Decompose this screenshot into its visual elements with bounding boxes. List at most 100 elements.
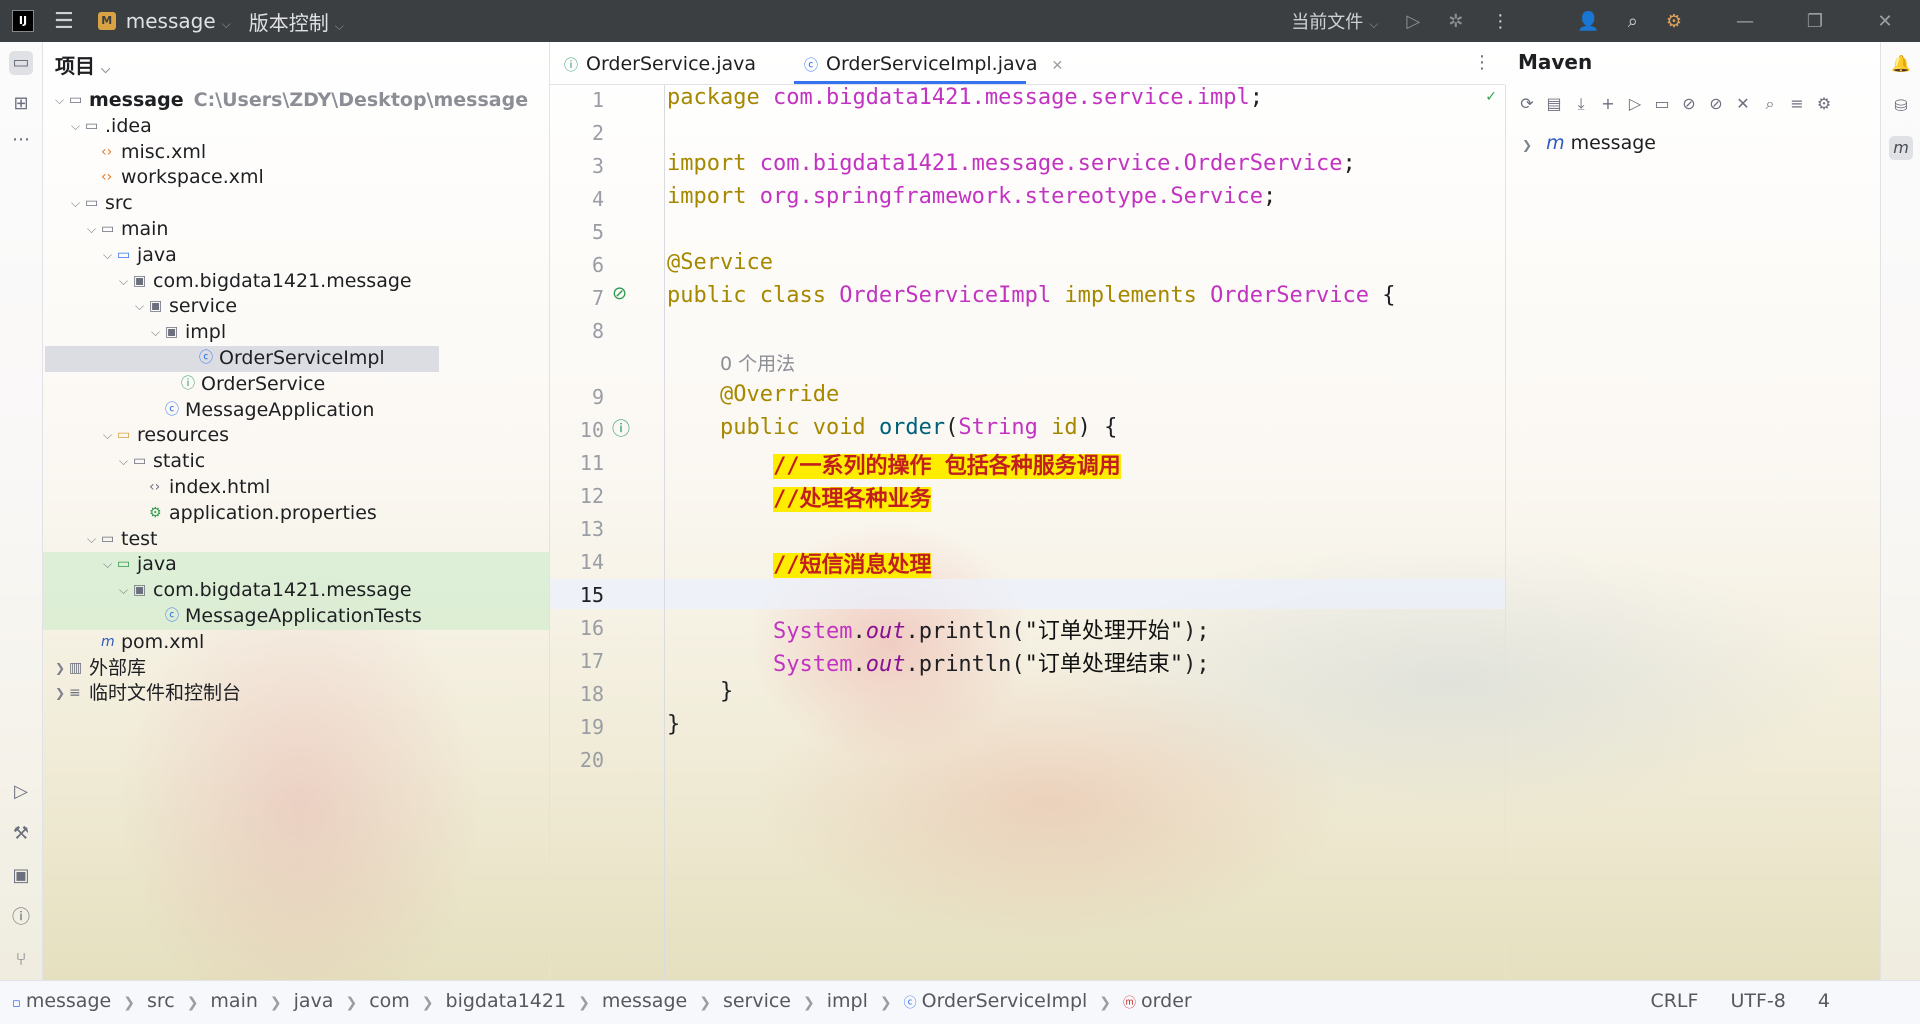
tree-row[interactable]: ⌵ ▭ java (43, 243, 549, 269)
breadcrumb-item[interactable]: OrderServiceImpl (922, 990, 1088, 1012)
tabs-more-icon[interactable]: ⋮ (1473, 52, 1491, 73)
tree-row[interactable]: ⌵ ▭ java (43, 552, 549, 578)
code-line[interactable]: public class OrderServiceImpl implements… (667, 283, 1396, 308)
code-line[interactable]: package com.bigdata1421.message.service.… (667, 85, 1276, 110)
tree-row[interactable]: ⚙ application.properties (43, 501, 549, 527)
settings-icon[interactable]: ⚙ (1666, 11, 1682, 32)
breadcrumb-item[interactable]: impl (827, 990, 868, 1012)
collapse-icon[interactable]: ✕ (1734, 94, 1752, 114)
breadcrumb-item[interactable]: com (369, 990, 410, 1012)
add-user-icon[interactable]: 👤 (1577, 11, 1599, 32)
close-tab-icon[interactable]: ✕ (1052, 58, 1064, 74)
expand-all-icon[interactable]: ≡ (1788, 94, 1806, 114)
tree-row[interactable]: ⓒ OrderServiceImpl (45, 346, 439, 372)
chevron-down-icon[interactable]: ⌵ (87, 217, 96, 243)
show-dependencies-icon[interactable]: ⌕ (1761, 94, 1779, 114)
breadcrumb-item[interactable]: bigdata1421 (446, 990, 567, 1012)
tree-row[interactable]: ⌵ ▣ service (43, 294, 549, 320)
breadcrumb-item[interactable]: main (210, 990, 257, 1012)
project-panel-header[interactable]: 项目 ⌵ (55, 50, 110, 79)
restore-button[interactable]: ❐ (1780, 11, 1850, 32)
indent-setting[interactable]: 4 (1818, 990, 1830, 1012)
structure-tool-icon[interactable]: ⊞ (9, 92, 33, 116)
code-line[interactable]: //处理各种业务 (667, 481, 932, 513)
tree-row[interactable]: ⌵ ▭ main (43, 217, 549, 243)
terminal-icon[interactable]: ▣ (9, 864, 33, 888)
file-encoding[interactable]: UTF-8 (1730, 990, 1785, 1012)
chevron-right-icon[interactable]: ❯ (55, 656, 65, 682)
breadcrumb-item[interactable]: service (723, 990, 791, 1012)
code-line[interactable]: public void order(String id) { (667, 415, 1117, 440)
chevron-down-icon[interactable]: ⌵ (119, 578, 128, 604)
project-selector[interactable]: message ⌵ (126, 9, 231, 33)
add-project-icon[interactable]: ▤ (1545, 94, 1563, 114)
chevron-down-icon[interactable]: ⌵ (135, 294, 144, 320)
chevron-down-icon[interactable]: ⌵ (55, 88, 64, 114)
breadcrumb-item[interactable]: message (26, 990, 111, 1012)
line-separator[interactable]: CRLF (1650, 990, 1698, 1012)
breadcrumb-item[interactable]: message (602, 990, 687, 1012)
spring-bean-icon[interactable]: ⊘ (612, 283, 627, 304)
code-line[interactable]: import org.springframework.stereotype.Se… (667, 184, 1276, 209)
chevron-down-icon[interactable]: ⌵ (103, 552, 112, 578)
skip-tests-icon[interactable]: ⊘ (1707, 94, 1725, 114)
run-icon[interactable]: ▷ (1406, 11, 1420, 32)
implements-method-icon[interactable]: ⓘ (612, 415, 630, 441)
code-line[interactable]: } (667, 679, 733, 704)
tree-row[interactable]: ⌵ ▭ static (43, 449, 549, 475)
code-editor[interactable]: ✓ 1 package com.bigdata1421.message.servi… (550, 85, 1506, 980)
chevron-down-icon[interactable]: ⌵ (87, 527, 96, 553)
more-actions-icon[interactable]: ⋮ (1491, 11, 1509, 32)
breadcrumb-item[interactable]: java (294, 990, 334, 1012)
chevron-down-icon[interactable]: ⌵ (103, 423, 112, 449)
code-line[interactable]: System.out.println("订单处理开始"); (667, 613, 1210, 645)
code-line[interactable]: //一系列的操作 包括各种服务调用 (667, 448, 1121, 480)
breadcrumb-item[interactable]: order (1141, 990, 1192, 1012)
chevron-right-icon[interactable]: ❯ (55, 681, 65, 707)
maven-settings-icon[interactable]: ⚙ (1815, 94, 1833, 114)
chevron-down-icon[interactable]: ⌵ (119, 269, 128, 295)
chevron-down-icon[interactable]: ⌵ (71, 191, 80, 217)
close-button[interactable]: ✕ (1850, 11, 1920, 32)
chevron-down-icon[interactable]: ⌵ (71, 114, 80, 140)
run-config-selector[interactable]: 当前文件 ⌵ (1291, 8, 1378, 34)
code-line[interactable]: import com.bigdata1421.message.service.O… (667, 151, 1356, 176)
code-line[interactable]: } (667, 712, 680, 737)
maven-project-item[interactable]: ❯ m message (1522, 132, 1656, 154)
tree-row[interactable]: ‹› workspace.xml (43, 165, 549, 191)
tree-row[interactable]: ‹› index.html (43, 475, 549, 501)
more-tools-icon[interactable]: ⋯ (9, 128, 33, 152)
problems-icon[interactable]: ⓘ (9, 906, 33, 930)
chevron-down-icon[interactable]: ⌵ (151, 320, 160, 346)
no-problems-check-icon[interactable]: ✓ (1485, 89, 1497, 105)
download-icon[interactable]: ⤓ (1572, 94, 1590, 114)
lifecycle-icon[interactable]: ▭ (1653, 94, 1671, 114)
project-tool-icon[interactable]: ▭ (9, 51, 33, 75)
vcs-menu[interactable]: 版本控制 ⌵ (249, 7, 344, 36)
maven-tool-icon[interactable]: m (1889, 136, 1913, 160)
tree-row[interactable]: ⌵ ▣ impl (43, 320, 549, 346)
tree-row[interactable]: ‹› misc.xml (43, 140, 549, 166)
tree-row[interactable]: ⌵ ▣ com.bigdata1421.message (43, 269, 549, 295)
chevron-down-icon[interactable]: ⌵ (119, 449, 128, 475)
tree-row[interactable]: ⌵ ▭ .idea (43, 114, 549, 140)
tree-row[interactable]: ⓒ MessageApplicationTests (43, 604, 549, 630)
tree-row[interactable]: ❯ ▥ 外部库 (43, 656, 549, 682)
offline-icon[interactable]: ⊘ (1680, 94, 1698, 114)
tree-row[interactable]: ⓒ MessageApplication (43, 398, 549, 424)
code-line[interactable]: @Override (667, 382, 839, 407)
plus-icon[interactable]: + (1599, 94, 1617, 114)
tree-row[interactable]: ⌵ ▭ test (43, 527, 549, 553)
reload-icon[interactable]: ⟳ (1518, 94, 1536, 114)
tab-orderservice[interactable]: ⓘ OrderService.java (564, 42, 764, 84)
tree-row[interactable]: ⌵ ▣ com.bigdata1421.message (43, 578, 549, 604)
code-line[interactable]: 0 个用法 (667, 349, 795, 376)
code-line[interactable]: @Service (667, 250, 773, 275)
services-icon[interactable]: ▷ (9, 780, 33, 804)
tree-row[interactable]: ⌵ ▭ src (43, 191, 549, 217)
main-menu-icon[interactable]: ☰ (54, 9, 74, 34)
chevron-down-icon[interactable]: ⌵ (103, 243, 112, 269)
build-icon[interactable]: ⚒ (9, 822, 33, 846)
git-icon[interactable]: ⑂ (9, 948, 33, 972)
debug-icon[interactable]: ✲ (1448, 11, 1463, 32)
